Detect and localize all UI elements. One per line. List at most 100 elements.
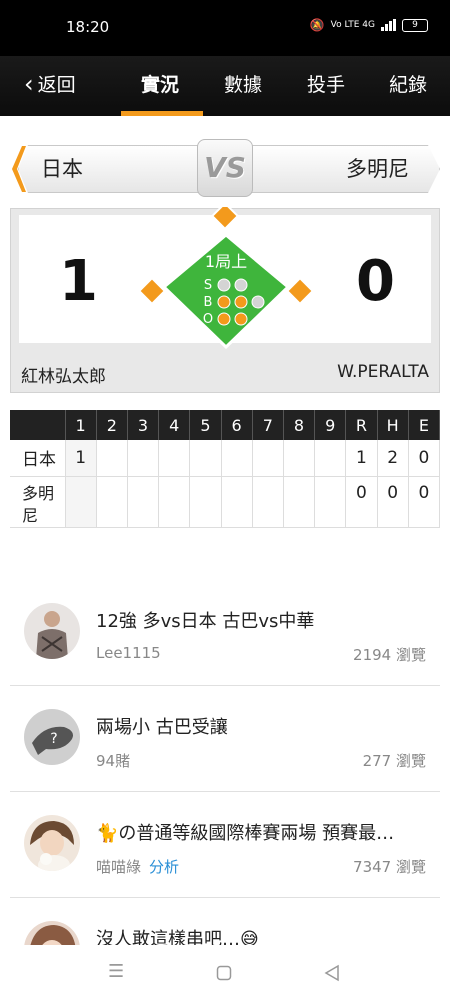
strike-label: S: [204, 278, 212, 293]
post-title[interactable]: 12強 多vs日本 古巴vs中華: [96, 607, 436, 633]
inning-cell: [65, 476, 97, 528]
score-right: 0: [356, 249, 395, 314]
errors-cell: 0: [408, 440, 441, 477]
team-right[interactable]: 多明尼: [240, 145, 440, 193]
teams-bar: 日本 多明尼 VS: [10, 139, 440, 197]
status-bar: 18:20 🔕 Vo LTE 4G 9: [0, 0, 450, 56]
pitcher-right: W.PERALTA: [337, 362, 429, 382]
out-dot: [234, 312, 248, 326]
signal-icon: [381, 19, 396, 31]
post-author[interactable]: 94賭: [96, 750, 130, 771]
inning-cell: [189, 440, 222, 477]
inning-cell: [221, 440, 253, 477]
inning-cell: [127, 476, 160, 528]
inning-cell: [96, 440, 128, 477]
baseball-diamond: 1局上 S B O: [137, 207, 315, 350]
post-author-name[interactable]: 喵喵綠: [96, 858, 141, 876]
team-left-accent: [12, 146, 26, 192]
post-title[interactable]: 🐈の普通等級國際棒賽兩場 預賽最…: [96, 819, 436, 845]
inning-cell: [189, 476, 222, 528]
active-tab-indicator: [121, 111, 203, 116]
second-base-icon: [210, 207, 240, 231]
inning-cell: [283, 440, 316, 477]
inning-cell: [314, 440, 347, 477]
ball-label: B: [204, 295, 213, 310]
inning-header-8: 8: [283, 410, 316, 440]
errors-cell: 0: [408, 476, 441, 528]
svg-text:?: ?: [50, 731, 57, 747]
status-time: 18:20: [66, 18, 110, 36]
runs-cell: 1: [345, 440, 378, 477]
linescore-team: 日本: [10, 440, 66, 477]
strike-dot: [217, 278, 231, 292]
avatar[interactable]: [24, 815, 80, 871]
inning-header-5: 5: [189, 410, 222, 440]
avatar[interactable]: [24, 603, 80, 659]
post-views: 7347 瀏覽: [353, 858, 426, 876]
post-item[interactable]: ? 兩場小 古巴受讓 94賭 277 瀏覽: [10, 686, 440, 792]
linescore-row: 日本 1 1 2 0: [10, 440, 441, 477]
inning-cell: [158, 440, 191, 477]
strike-dot: [234, 278, 248, 292]
post-author[interactable]: Lee1115: [96, 644, 161, 662]
third-base-icon: [137, 276, 167, 306]
post-title[interactable]: 兩場小 古巴受讓: [96, 713, 436, 739]
linescore-row: 多明尼 0 0 0: [10, 476, 441, 528]
inning-header-2: 2: [96, 410, 128, 440]
post-views: 2194 瀏覽: [353, 646, 426, 664]
back-triangle-icon[interactable]: [324, 964, 340, 982]
inning-cell: [127, 440, 160, 477]
post-views: 277 瀏覽: [362, 752, 426, 770]
hits-header: H: [377, 410, 409, 440]
inning-header-9: 9: [314, 410, 347, 440]
status-icons: 🔕 Vo LTE 4G 9: [310, 18, 428, 32]
tab-records[interactable]: 紀錄: [389, 70, 427, 97]
ball-dot: [234, 295, 248, 309]
linescore-corner: [10, 410, 66, 440]
home-icon[interactable]: [216, 965, 232, 981]
post-item[interactable]: 12強 多vs日本 古巴vs中華 Lee1115 2194 瀏覽: [10, 580, 440, 686]
linescore-table: 1 2 3 4 5 6 7 8 9 R H E 日本 1 1 2 0 多明尼 0…: [10, 410, 441, 528]
scoreboard: 1 0 1局上 S B O 紅林弘太郎 W.PERALTA: [10, 207, 440, 393]
system-nav-bar: ☰: [0, 945, 450, 1000]
errors-header: E: [408, 410, 441, 440]
network-label: Vo LTE 4G: [330, 20, 375, 30]
inning-cell: [221, 476, 253, 528]
inning-cell: [314, 476, 347, 528]
chevron-left-icon: ‹: [24, 69, 34, 98]
team-right-name: 多明尼: [346, 157, 409, 181]
hits-cell: 0: [377, 476, 409, 528]
inning-header-7: 7: [252, 410, 284, 440]
inning-cell: 1: [65, 440, 97, 477]
runs-header: R: [345, 410, 378, 440]
score-left: 1: [59, 249, 98, 314]
inning-header-4: 4: [158, 410, 191, 440]
linescore-team: 多明尼: [10, 476, 66, 528]
inning-cell: [252, 476, 284, 528]
back-label: 返回: [37, 74, 76, 96]
inning-cell: [283, 476, 316, 528]
runs-cell: 0: [345, 476, 378, 528]
tab-pitchers[interactable]: 投手: [307, 70, 345, 97]
inning-cell: [96, 476, 128, 528]
hits-cell: 2: [377, 440, 409, 477]
vs-badge: VS: [197, 139, 253, 197]
avatar[interactable]: ?: [24, 709, 80, 765]
tab-live[interactable]: 實況: [141, 70, 179, 97]
tab-stats[interactable]: 數據: [224, 70, 262, 97]
post-tag[interactable]: 分析: [149, 858, 179, 876]
menu-icon[interactable]: ☰: [108, 961, 124, 982]
first-base-icon: [285, 276, 315, 306]
linescore-header-row: 1 2 3 4 5 6 7 8 9 R H E: [10, 410, 441, 440]
team-left[interactable]: 日本: [18, 145, 218, 193]
post-item[interactable]: 🐈の普通等級國際棒賽兩場 預賽最… 喵喵綠 分析 7347 瀏覽: [10, 792, 440, 898]
inning-cell: [252, 440, 284, 477]
inning-label: 1局上: [205, 252, 247, 271]
post-author[interactable]: 喵喵綠 分析: [96, 856, 179, 877]
post-list: 12強 多vs日本 古巴vs中華 Lee1115 2194 瀏覽 ? 兩場小 古…: [10, 580, 440, 1004]
nav-bar: ‹ 返回 實況 數據 投手 紀錄: [0, 56, 450, 116]
out-label: O: [203, 312, 213, 327]
ball-dot: [251, 295, 265, 309]
out-dot: [217, 312, 231, 326]
back-button[interactable]: ‹ 返回: [24, 70, 76, 97]
